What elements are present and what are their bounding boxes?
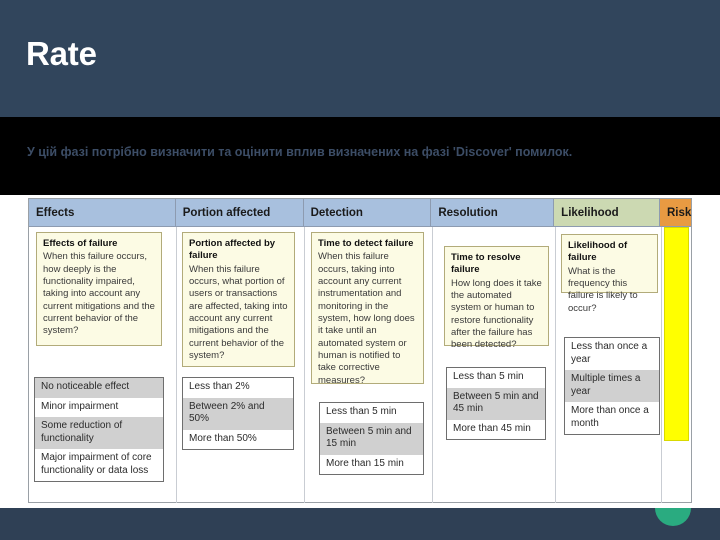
definition-text: When this failure occurs, taking into ac…: [318, 251, 415, 386]
column-header-detection: Detection: [303, 199, 432, 227]
column-header-resolution: Resolution: [431, 199, 555, 227]
list-item[interactable]: Between 5 min and 45 min: [447, 387, 545, 420]
slide-subtitle: У цій фазі потрібно визначити та оцінити…: [27, 145, 573, 159]
option-list-detection[interactable]: Less than 5 min Between 5 min and 15 min…: [319, 402, 424, 475]
list-item[interactable]: More than once a month: [565, 402, 659, 434]
option-list-likelihood[interactable]: Less than once a year Multiple times a y…: [564, 337, 660, 435]
column-resolution: Time to resolve failure How long does it…: [432, 227, 555, 503]
definition-title: Effects of failure: [43, 238, 118, 249]
option-list-effects[interactable]: No noticeable effect Minor impairment So…: [34, 377, 164, 482]
band-divider: [0, 117, 720, 127]
column-portion-affected: Portion affected by failure When this fa…: [176, 227, 304, 503]
list-item[interactable]: Major impairment of core functionality o…: [35, 449, 163, 481]
list-item[interactable]: Minor impairment: [35, 397, 163, 417]
list-item[interactable]: Less than 2%: [183, 378, 293, 398]
bottom-band: [0, 508, 720, 540]
option-list-portion-affected[interactable]: Less than 2% Between 2% and 50% More tha…: [182, 377, 294, 450]
column-header-portion-affected: Portion affected: [175, 199, 304, 227]
definition-text: When this failure occurs, what portion o…: [189, 263, 288, 362]
list-item[interactable]: Between 5 min and 15 min: [320, 422, 423, 455]
definition-card-resolution: Time to resolve failure How long does it…: [444, 246, 549, 350]
fmea-rating-table: Effects Portion affected Detection Resol…: [28, 198, 692, 503]
table-header-row: Effects Portion affected Detection Resol…: [29, 199, 691, 227]
list-item[interactable]: More than 50%: [183, 429, 293, 449]
title-band: [0, 0, 720, 117]
page-title: Rate: [26, 35, 97, 72]
list-item[interactable]: Less than 5 min: [320, 403, 423, 423]
column-risk: [661, 227, 692, 503]
definition-text: When this failure occurs, how deeply is …: [43, 251, 155, 337]
definition-title: Time to detect failure: [318, 238, 414, 249]
column-header-risk: Risk: [660, 199, 691, 227]
list-item[interactable]: Less than once a year: [565, 338, 659, 370]
definition-title: Portion affected by failure: [189, 238, 276, 262]
list-item[interactable]: Multiple times a year: [565, 370, 659, 402]
definition-title: Time to resolve failure: [451, 252, 521, 276]
definition-card-detection: Time to detect failure When this failure…: [311, 232, 424, 386]
slide: Rate У цій фазі потрібно визначити та оц…: [0, 0, 720, 540]
list-item[interactable]: More than 45 min: [447, 419, 545, 439]
column-header-likelihood: Likelihood: [554, 199, 660, 227]
definition-card-effects: Effects of failure When this failure occ…: [36, 232, 162, 346]
list-item[interactable]: More than 15 min: [320, 454, 423, 474]
list-item[interactable]: No noticeable effect: [35, 378, 163, 398]
risk-indicator-bar: [664, 227, 689, 441]
list-item[interactable]: Between 2% and 50%: [183, 397, 293, 430]
definition-text: How long does it take the automated syst…: [451, 277, 542, 351]
column-effects: Effects of failure When this failure occ…: [29, 227, 176, 503]
definition-text: What is the frequency this failure is li…: [568, 265, 638, 314]
list-item[interactable]: Less than 5 min: [447, 368, 545, 388]
column-header-effects: Effects: [29, 199, 176, 227]
option-list-resolution[interactable]: Less than 5 min Between 5 min and 45 min…: [446, 367, 546, 440]
definition-title: Likelihood of failure: [568, 240, 628, 264]
definition-card-portion-affected: Portion affected by failure When this fa…: [182, 232, 295, 367]
list-item[interactable]: Some reduction of functionality: [35, 417, 163, 449]
column-detection: Time to detect failure When this failure…: [304, 227, 432, 503]
definition-card-likelihood: Likelihood of failure What is the freque…: [561, 234, 658, 314]
column-likelihood: Likelihood of failure What is the freque…: [555, 227, 661, 503]
